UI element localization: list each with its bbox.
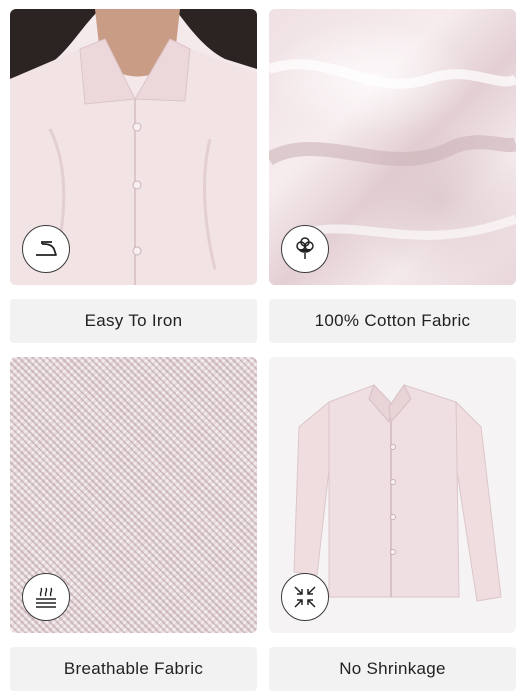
feature-label-no-shrinkage: No Shrinkage [269,647,516,691]
feature-label-breathable-fabric: Breathable Fabric [10,647,257,691]
photo-model-wearing-shirt [10,9,257,285]
cotton-flower-icon [281,225,329,273]
feature-label-text: Easy To Iron [84,311,183,330]
photo-fabric-weave-closeup [10,357,257,633]
feature-label-text: No Shrinkage [339,659,446,678]
feature-label-text: 100% Cotton Fabric [314,311,471,330]
no-shrink-arrows-icon [281,573,329,621]
feature-label-text: Breathable Fabric [63,659,204,678]
feature-label-easy-to-iron: Easy To Iron [10,299,257,343]
breathable-fabric-icon [22,573,70,621]
photo-shirt-flat-lay [269,357,516,633]
iron-icon [22,225,70,273]
feature-label-cotton-fabric: 100% Cotton Fabric [269,299,516,343]
photo-fabric-folds [269,9,516,285]
